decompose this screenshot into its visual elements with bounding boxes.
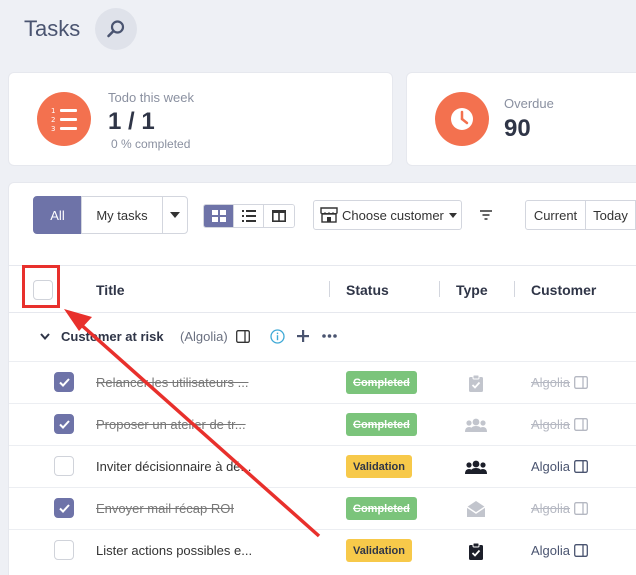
sidebar-panel-icon [574, 418, 588, 431]
column-divider [514, 281, 515, 297]
ordered-list-icon: 1 2 3 [37, 92, 91, 146]
svg-text:1: 1 [51, 107, 55, 115]
task-row[interactable]: Lister actions possibles e... Validation… [9, 529, 636, 571]
period-current-button[interactable]: Current [526, 201, 586, 229]
column-type[interactable]: Type [456, 282, 488, 298]
task-title[interactable]: Inviter décisionnaire à dé... [96, 459, 251, 474]
svg-text:2: 2 [51, 116, 55, 124]
todo-this-week-card: 1 2 3 Todo this week 1 / 1 0 % completed [8, 72, 393, 166]
filter-all-button[interactable]: All [33, 196, 82, 234]
task-checkbox[interactable] [54, 456, 74, 476]
task-title[interactable]: Proposer un atelier de tr... [96, 417, 246, 432]
task-customer-label: Algolia [531, 375, 571, 390]
task-title[interactable]: Envoyer mail récap ROI [96, 501, 234, 516]
envelope-open-icon [465, 499, 487, 519]
top-bar: Tasks [0, 0, 636, 58]
svg-text:3: 3 [51, 125, 55, 133]
more-icon[interactable] [322, 334, 337, 338]
column-title[interactable]: Title [96, 282, 125, 298]
task-customer-label: Algolia [531, 543, 571, 558]
grid-view-button[interactable] [204, 205, 234, 227]
info-icon[interactable] [270, 329, 285, 344]
columns-icon [272, 210, 286, 222]
status-badge: Validation [346, 539, 412, 562]
todo-value: 1 / 1 [108, 108, 155, 135]
chevron-down-icon[interactable] [40, 333, 50, 340]
column-status[interactable]: Status [346, 282, 389, 298]
task-checkbox[interactable] [54, 414, 74, 434]
sidebar-panel-icon [574, 460, 588, 473]
columns-view-button[interactable] [264, 205, 294, 227]
sidebar-panel-icon[interactable] [236, 330, 250, 343]
sidebar-panel-icon [574, 502, 588, 515]
overdue-label: Overdue [504, 96, 554, 111]
filter-mytasks-button[interactable]: My tasks [81, 196, 163, 234]
task-title[interactable]: Relancer les utilisateurs ... [96, 375, 248, 390]
search-button[interactable] [95, 8, 137, 50]
annotation-highlight-box [22, 265, 60, 308]
overdue-card: Overdue 90 [406, 72, 636, 166]
status-badge: Completed [346, 497, 417, 520]
checkmark-icon [58, 419, 70, 429]
status-badge: Completed [346, 371, 417, 394]
search-icon [107, 20, 125, 38]
status-badge: Validation [346, 455, 412, 478]
task-row[interactable]: Inviter décisionnaire à dé... Validation… [9, 445, 636, 487]
group-row: Customer at risk (Algolia) [9, 313, 636, 361]
task-customer[interactable]: Algolia [531, 375, 588, 390]
task-row[interactable]: Relancer les utilisateurs ... Completed … [9, 361, 636, 403]
checkmark-icon [58, 503, 70, 513]
task-checkbox[interactable] [54, 498, 74, 518]
task-row[interactable]: Envoyer mail récap ROI Completed Algolia [9, 487, 636, 529]
users-icon [465, 415, 487, 435]
caret-down-icon [170, 212, 180, 218]
task-checkbox[interactable] [54, 540, 74, 560]
filter-icon [480, 210, 492, 220]
todo-label: Todo this week [108, 90, 194, 105]
table-header: Title Status Type Customer [9, 265, 636, 313]
sidebar-panel-icon [574, 376, 588, 389]
task-row[interactable]: Proposer un atelier de tr... Completed A… [9, 403, 636, 445]
users-icon [465, 457, 487, 477]
todo-completion: 0 % completed [111, 137, 191, 151]
choose-customer-button[interactable]: Choose customer [313, 200, 462, 230]
store-icon [320, 207, 338, 223]
column-divider [439, 281, 440, 297]
group-customer[interactable]: (Algolia) [180, 329, 228, 344]
task-title[interactable]: Lister actions possibles e... [96, 543, 252, 558]
grid-icon [211, 210, 226, 222]
overdue-value: 90 [504, 115, 531, 142]
period-today-button[interactable]: Today [586, 201, 636, 229]
filter-dropdown-button[interactable] [162, 196, 188, 234]
sidebar-panel-icon [574, 544, 588, 557]
choose-customer-label: Choose customer [342, 207, 444, 223]
clock-icon [435, 92, 489, 146]
list-icon [241, 210, 256, 222]
group-title: Customer at risk [61, 329, 164, 344]
task-customer-label: Algolia [531, 501, 571, 516]
task-checkbox[interactable] [54, 372, 74, 392]
checkmark-icon [58, 377, 70, 387]
filter-button[interactable] [476, 205, 496, 225]
tasks-panel: All My tasks Choose customer Current Tod… [8, 182, 636, 575]
period-switcher: Current Today [525, 200, 636, 230]
caret-down-icon [448, 212, 457, 218]
clipboard-check-icon [465, 373, 487, 393]
task-customer[interactable]: Algolia [531, 417, 588, 432]
column-divider [329, 281, 330, 297]
task-customer[interactable]: Algolia [531, 501, 588, 516]
list-view-button[interactable] [234, 205, 264, 227]
column-customer[interactable]: Customer [531, 282, 596, 298]
page-title: Tasks [24, 16, 81, 41]
task-customer-label: Algolia [531, 459, 571, 474]
clipboard-check-icon [465, 541, 487, 561]
toolbar: All My tasks Choose customer Current Tod… [9, 183, 636, 247]
task-customer-label: Algolia [531, 417, 571, 432]
plus-icon[interactable] [297, 330, 309, 342]
view-switcher [203, 204, 295, 228]
status-badge: Completed [346, 413, 417, 436]
task-customer[interactable]: Algolia [531, 543, 588, 558]
task-customer[interactable]: Algolia [531, 459, 588, 474]
